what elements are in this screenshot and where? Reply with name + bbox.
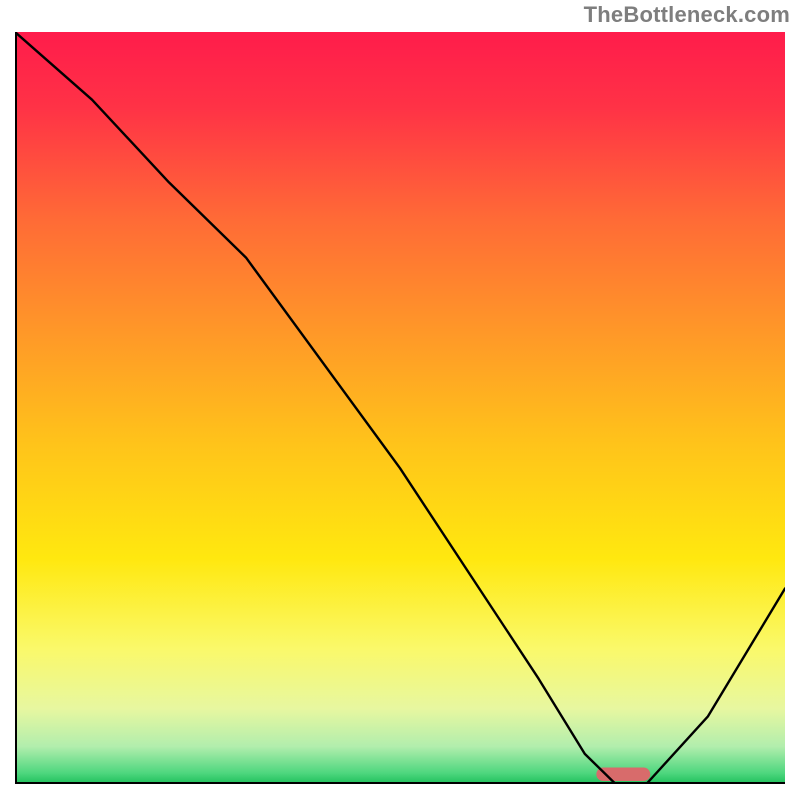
plot-background [15, 32, 785, 784]
bottleneck-chart [15, 32, 785, 784]
site-credit: TheBottleneck.com [584, 2, 790, 28]
chart-svg [15, 32, 785, 784]
